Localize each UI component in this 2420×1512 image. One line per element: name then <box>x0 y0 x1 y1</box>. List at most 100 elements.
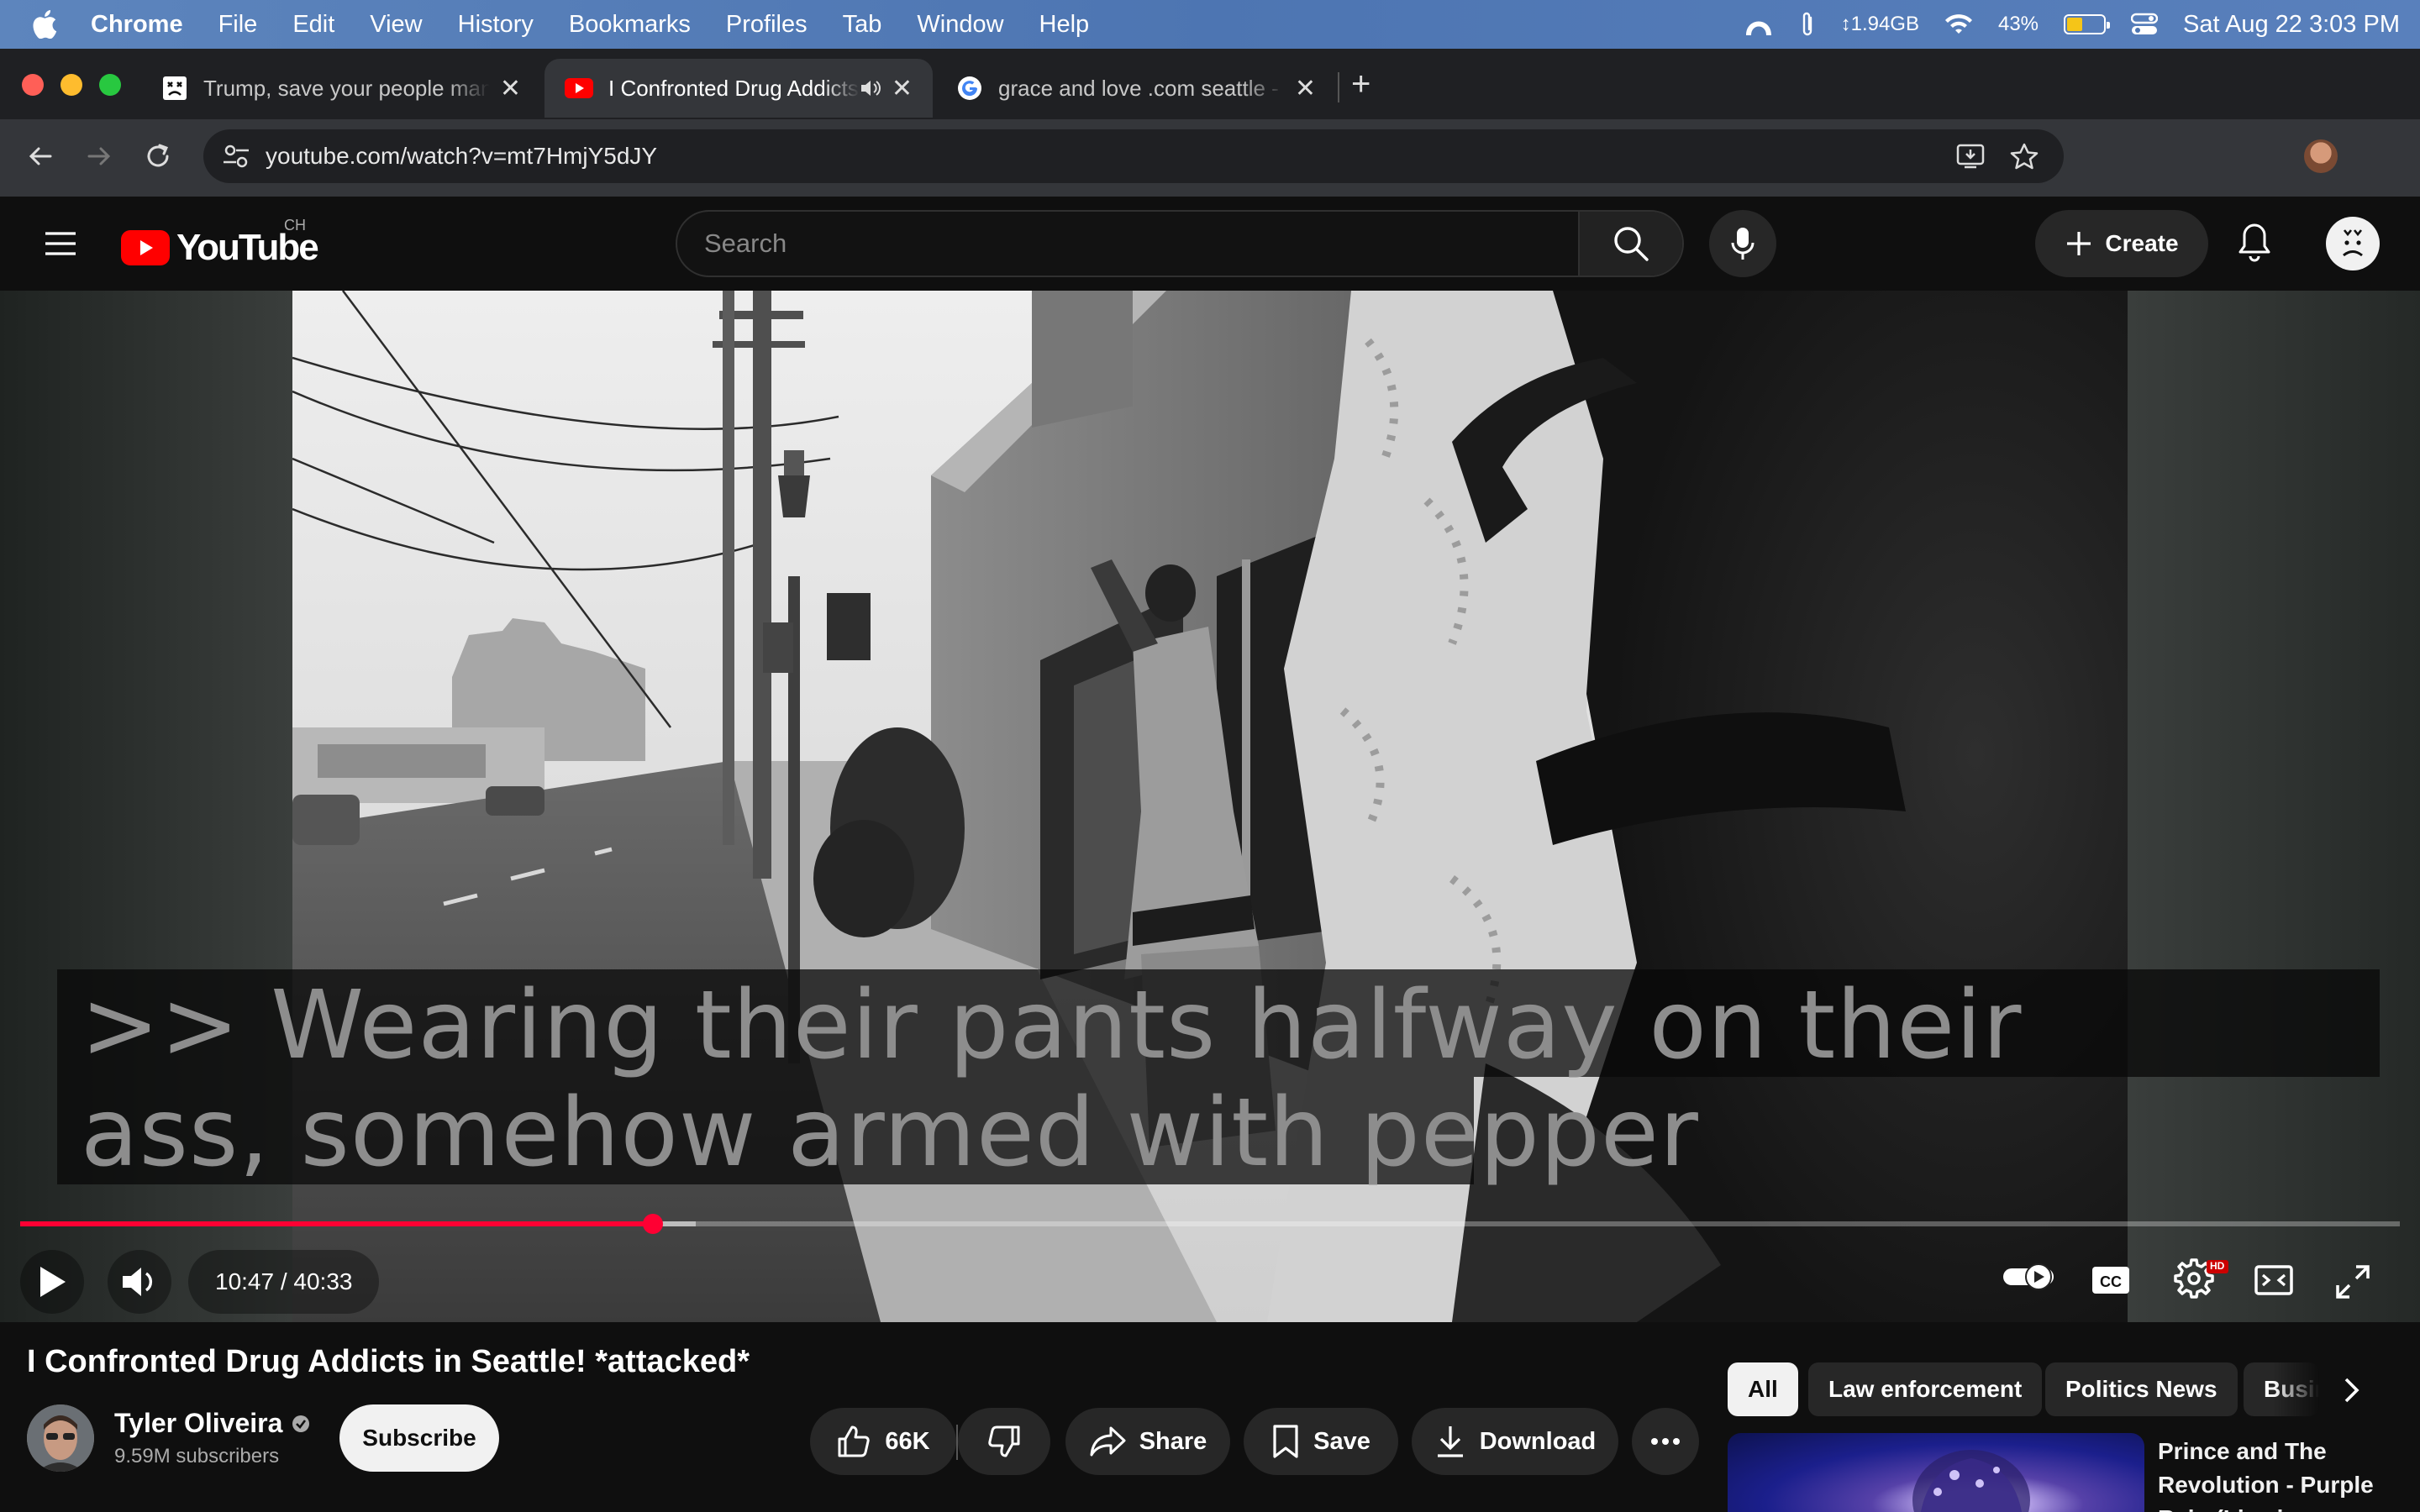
chip-law-enforcement[interactable]: Law enforcement <box>1808 1362 2043 1416</box>
chrome-profile-avatar[interactable] <box>2304 139 2338 173</box>
recommended-video-thumbnail[interactable] <box>1728 1433 2144 1512</box>
reload-icon[interactable] <box>143 141 173 171</box>
ambient-mode-right <box>2128 291 2420 1322</box>
channel-name[interactable]: Tyler Oliveira <box>114 1408 282 1439</box>
menu-profiles[interactable]: Profiles <box>726 11 808 39</box>
youtube-logo[interactable]: YouTube CH <box>121 217 319 269</box>
google-favicon-icon <box>956 75 983 102</box>
volume-icon <box>121 1265 158 1299</box>
tab-close-icon[interactable]: ✕ <box>500 74 521 103</box>
menu-window[interactable]: Window <box>917 11 1003 39</box>
voice-search-button[interactable] <box>1709 210 1776 277</box>
apple-icon[interactable] <box>32 10 57 39</box>
battery-percent: 43% <box>1997 13 2039 35</box>
clock[interactable]: Sat Aug 22 3:03 PM <box>2183 11 2400 39</box>
download-button[interactable]: Download <box>1412 1408 1618 1475</box>
new-tab-button[interactable]: + <box>1351 66 1370 103</box>
tab-close-icon[interactable]: ✕ <box>1295 74 1316 103</box>
chip-business[interactable]: Business <box>2244 1362 2319 1416</box>
time-display: 10:47 / 40:33 <box>188 1250 380 1314</box>
youtube-account-avatar[interactable] <box>2326 217 2380 270</box>
subscribe-button[interactable]: Subscribe <box>339 1404 499 1472</box>
chip-politics-news[interactable]: Politics News <box>2045 1362 2238 1416</box>
save-button[interactable]: Save <box>1244 1408 1398 1475</box>
control-center-icon[interactable] <box>2131 13 2159 36</box>
microphone-icon <box>1730 226 1755 261</box>
wifi-icon[interactable] <box>1944 13 1973 35</box>
fullscreen-button[interactable] <box>2334 1263 2371 1300</box>
menu-app-name[interactable]: Chrome <box>91 11 183 39</box>
video-player[interactable]: >> Wearing their pants halfway on their … <box>0 291 2420 1322</box>
svg-text:CC: CC <box>2100 1273 2122 1290</box>
menu-help[interactable]: Help <box>1039 11 1090 39</box>
country-code: CH <box>284 217 306 234</box>
tab-youtube-video[interactable]: I Confronted Drug Addicts in Seattle ✕ <box>544 59 933 118</box>
tab-google-search[interactable]: grace and love .com seattle - Google Sea… <box>936 59 1336 118</box>
dislike-button[interactable] <box>958 1408 1050 1475</box>
battery-icon[interactable] <box>2064 14 2111 34</box>
macos-menu-bar: Chrome File Edit View History Bookmarks … <box>0 0 2420 49</box>
install-app-icon[interactable] <box>1956 143 1985 170</box>
search-icon <box>1612 225 1649 262</box>
theater-mode-button[interactable] <box>2254 1263 2294 1297</box>
like-count: 66K <box>885 1427 930 1455</box>
address-bar[interactable]: youtube.com/watch?v=mt7HmjY5dJY <box>203 129 2064 183</box>
bookmark-star-icon[interactable] <box>2010 143 2039 170</box>
search-input[interactable] <box>677 212 1578 276</box>
share-arrow-icon <box>1089 1425 1126 1458</box>
more-actions-button[interactable] <box>1632 1408 1699 1475</box>
hd-badge: HD <box>2210 1260 2225 1272</box>
window-minimize-button[interactable] <box>60 74 82 96</box>
menu-file[interactable]: File <box>218 11 258 39</box>
chevron-right-icon[interactable] <box>2339 1376 2363 1404</box>
download-icon <box>1434 1424 1466 1459</box>
tab-audio-icon[interactable] <box>860 78 881 98</box>
tab-title: I Confronted Drug Addicts in Seattle <box>608 75 860 101</box>
chip-all[interactable]: All <box>1728 1362 1798 1416</box>
menu-history[interactable]: History <box>458 11 534 39</box>
channel-name-row[interactable]: Tyler Oliveira <box>114 1408 311 1439</box>
caption-line-1: >> Wearing their pants halfway on their <box>81 971 2023 1080</box>
hamburger-menu-icon[interactable] <box>44 228 77 259</box>
settings-gear-icon[interactable]: HD <box>2171 1258 2230 1300</box>
menu-tab[interactable]: Tab <box>843 11 882 39</box>
memory-indicator[interactable]: ↕1.94GB <box>1841 13 1919 36</box>
tab-trump[interactable]: Trump, save your people man ✕ <box>141 59 541 118</box>
window-zoom-button[interactable] <box>99 74 121 96</box>
sad-face-avatar-icon <box>2329 220 2376 267</box>
download-label: Download <box>1479 1427 1597 1455</box>
subtitles-cc-button[interactable]: CC <box>2091 1263 2131 1297</box>
share-label: Share <box>1139 1427 1207 1455</box>
autoplay-toggle[interactable] <box>2002 1262 2055 1292</box>
notifications-bell-icon[interactable] <box>2237 222 2272 262</box>
tab-title: grace and love .com seattle - Google Sea… <box>998 75 1285 101</box>
tab-favicon-icon <box>161 75 188 102</box>
play-icon <box>37 1265 67 1299</box>
paperclip-icon[interactable] <box>1799 11 1816 38</box>
save-label: Save <box>1313 1427 1370 1455</box>
site-info-icon[interactable] <box>222 143 250 170</box>
menu-bookmarks[interactable]: Bookmarks <box>569 11 691 39</box>
progress-played <box>20 1221 654 1226</box>
forward-arrow-icon[interactable] <box>84 141 114 171</box>
channel-avatar[interactable] <box>27 1404 94 1472</box>
arc-app-icon[interactable] <box>1744 12 1774 37</box>
search-button[interactable] <box>1578 212 1682 276</box>
tab-close-icon[interactable]: ✕ <box>892 74 913 103</box>
mute-button[interactable] <box>108 1250 171 1314</box>
create-button[interactable]: Create <box>2035 210 2208 277</box>
recommended-video-title[interactable]: Prince and The Revolution - Purple Rain … <box>2158 1435 2402 1512</box>
url-text[interactable]: youtube.com/watch?v=mt7HmjY5dJY <box>266 143 657 170</box>
play-button[interactable] <box>20 1250 84 1314</box>
youtube-play-logo-icon <box>121 230 170 265</box>
like-button[interactable]: 66K <box>810 1408 956 1475</box>
caption-line-2: ass, somehow armed with pepper <box>81 1079 1699 1188</box>
menu-view[interactable]: View <box>370 11 422 39</box>
youtube-favicon-icon <box>565 78 593 98</box>
bookmark-icon <box>1271 1424 1300 1459</box>
share-button[interactable]: Share <box>1065 1408 1230 1475</box>
thumbs-down-icon <box>986 1424 1022 1459</box>
menu-edit[interactable]: Edit <box>292 11 334 39</box>
back-arrow-icon[interactable] <box>25 141 55 171</box>
window-close-button[interactable] <box>22 74 44 96</box>
